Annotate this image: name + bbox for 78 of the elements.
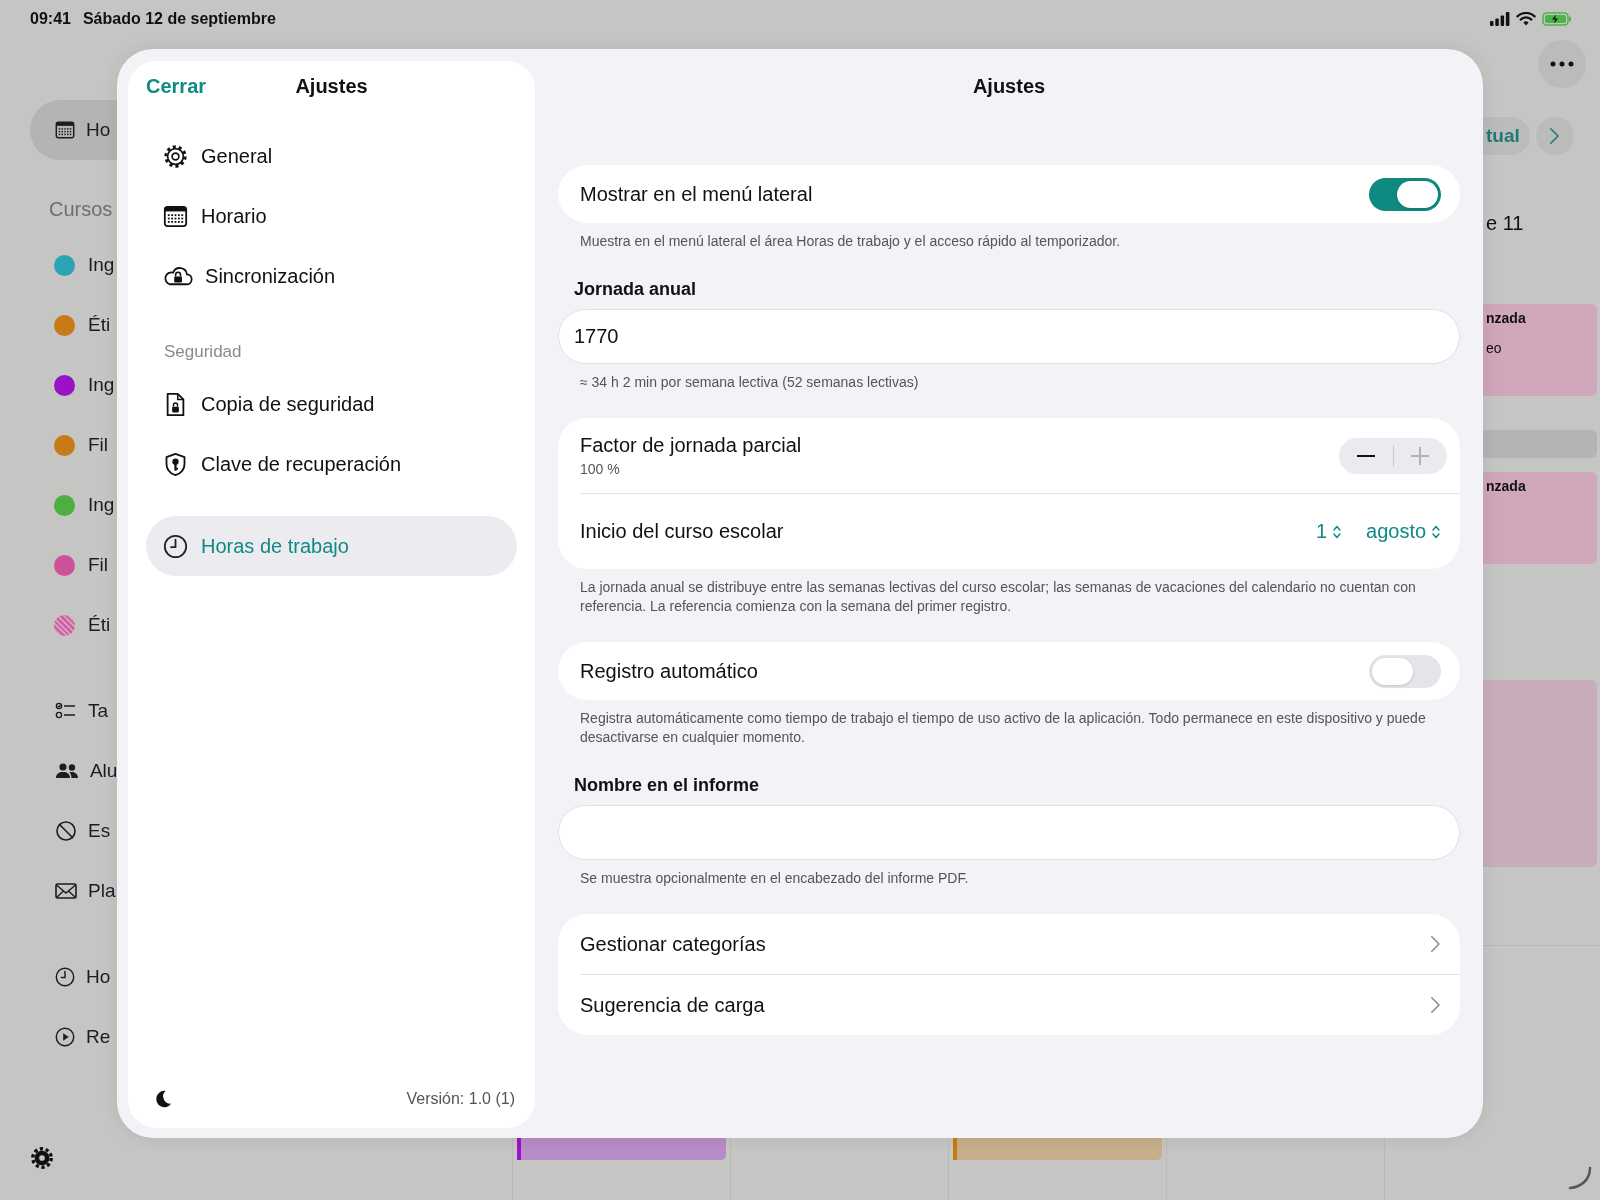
- calendar-icon: [54, 119, 76, 141]
- setting-label: Factor de jornada parcial: [580, 434, 802, 457]
- sidebar-item[interactable]: Ta: [0, 681, 117, 741]
- stepper[interactable]: [1339, 437, 1447, 474]
- section-footer: Se muestra opcionalmente en el encabezado del informe PDF.: [558, 860, 1460, 888]
- event-block[interactable]: [953, 1138, 1162, 1160]
- section-header: Jornada anual: [573, 278, 698, 301]
- sidebar-item[interactable]: Ho: [30, 100, 117, 160]
- settings-nav-item[interactable]: Sincronización: [146, 246, 517, 306]
- section-header: Seguridad: [163, 341, 243, 363]
- sidebar-item[interactable]: Re: [0, 1007, 117, 1067]
- signal-icon: [1490, 12, 1510, 26]
- sidebar-item[interactable]: Ho: [0, 947, 117, 1007]
- status-time: 09:41: [30, 10, 71, 28]
- plus-icon: [1411, 446, 1430, 465]
- event-title: nzada: [1486, 478, 1527, 494]
- blocked-icon: [54, 819, 78, 843]
- settings-nav-item[interactable]: Clave de recuperación: [146, 434, 517, 494]
- sidebar-item[interactable]: Pla: [0, 861, 117, 921]
- up-down-chevron-icon: [1431, 523, 1441, 540]
- input-field[interactable]: 1770: [558, 309, 1460, 364]
- chevron-right-icon: [1549, 127, 1561, 145]
- clock-icon: [54, 966, 76, 988]
- ellipsis-icon: [1550, 61, 1574, 67]
- course-item[interactable]: Fil: [0, 535, 117, 595]
- setting-value: 100 %: [580, 461, 621, 477]
- next-button[interactable]: [1535, 117, 1574, 155]
- section-header: Cursos: [48, 196, 114, 222]
- sidebar-title: Ajustes: [295, 74, 368, 98]
- settings-nav-item[interactable]: Horario: [146, 186, 517, 246]
- course-item[interactable]: Ing: [0, 475, 117, 535]
- course-item[interactable]: Fil: [0, 415, 117, 475]
- section-footer: La jornada anual se distribuye entre las semanas lectivas del curso escolar; las semanas de vacaciones del calendario no cuentan con referencia. La referencia comienza con la semana del primer registro.: [558, 569, 1460, 616]
- course-item[interactable]: Éti: [0, 295, 117, 355]
- picker-button[interactable]: agosto: [1366, 520, 1441, 543]
- event-card[interactable]: nzada eo: [1483, 304, 1597, 396]
- play-icon: [54, 1026, 76, 1048]
- event-detail: eo: [1486, 340, 1503, 356]
- chevron-right-icon: [1430, 935, 1441, 953]
- clock-icon: [162, 532, 189, 560]
- wifi-icon: [1516, 12, 1536, 26]
- detail-title: Ajustes: [971, 73, 1047, 99]
- toggle-switch[interactable]: [1369, 177, 1441, 211]
- sidebar-item[interactable]: Alu: [0, 741, 117, 801]
- battery-icon: [1542, 12, 1572, 26]
- navigation-row[interactable]: Gestionar categorías: [558, 914, 1460, 974]
- picker-button[interactable]: 1: [1316, 520, 1343, 543]
- course-item[interactable]: Ing: [0, 235, 117, 295]
- settings-nav-item[interactable]: General: [146, 126, 517, 186]
- resize-handle-icon: [1568, 1166, 1592, 1190]
- course-item[interactable]: Ing: [0, 355, 117, 415]
- section-header: Nombre en el informe: [573, 774, 761, 797]
- sidebar-item[interactable]: Es: [0, 801, 117, 861]
- section-footer: Muestra en el menú lateral el área Horas de trabajo y el acceso rápido al temporizador.: [558, 223, 1460, 251]
- version-label: Versión: 1.0 (1): [406, 1090, 515, 1108]
- section-footer: ≈ 34 h 2 min por semana lectiva (52 semanas lectivas): [558, 364, 1460, 392]
- up-down-chevron-icon: [1332, 523, 1343, 540]
- event-title: nzada: [1486, 310, 1527, 326]
- setting-label: Inicio del curso escolar: [580, 520, 784, 543]
- section-footer: Registra automáticamente como tiempo de trabajo el tiempo de uso activo de la aplicación. Todo permanece en este dispositivo y puede desactivarse en cualquier momento.: [558, 700, 1460, 747]
- settings-nav-item[interactable]: Horas de trabajo: [146, 516, 517, 576]
- settings-nav-item[interactable]: Copia de seguridad: [146, 374, 517, 434]
- day-label: e 11: [1485, 212, 1525, 235]
- minus-icon: [1356, 454, 1375, 457]
- toggle-switch[interactable]: [1369, 654, 1441, 688]
- event-card[interactable]: [1483, 680, 1597, 867]
- status-date: Sábado 12 de septiembre: [82, 10, 276, 28]
- event-card[interactable]: nzada: [1483, 472, 1597, 564]
- more-button[interactable]: [1538, 40, 1586, 88]
- close-button[interactable]: Cerrar: [146, 74, 207, 98]
- course-item[interactable]: Éti: [0, 595, 117, 655]
- chevron-right-icon: [1430, 996, 1441, 1014]
- navigation-row[interactable]: Sugerencia de carga: [580, 974, 1460, 1035]
- event-block[interactable]: [517, 1138, 726, 1160]
- setting-label: Registro automático: [580, 659, 758, 683]
- setting-label: Mostrar en el menú lateral: [580, 182, 813, 206]
- settings-icon: [29, 1145, 55, 1171]
- settings-icon: [162, 142, 189, 170]
